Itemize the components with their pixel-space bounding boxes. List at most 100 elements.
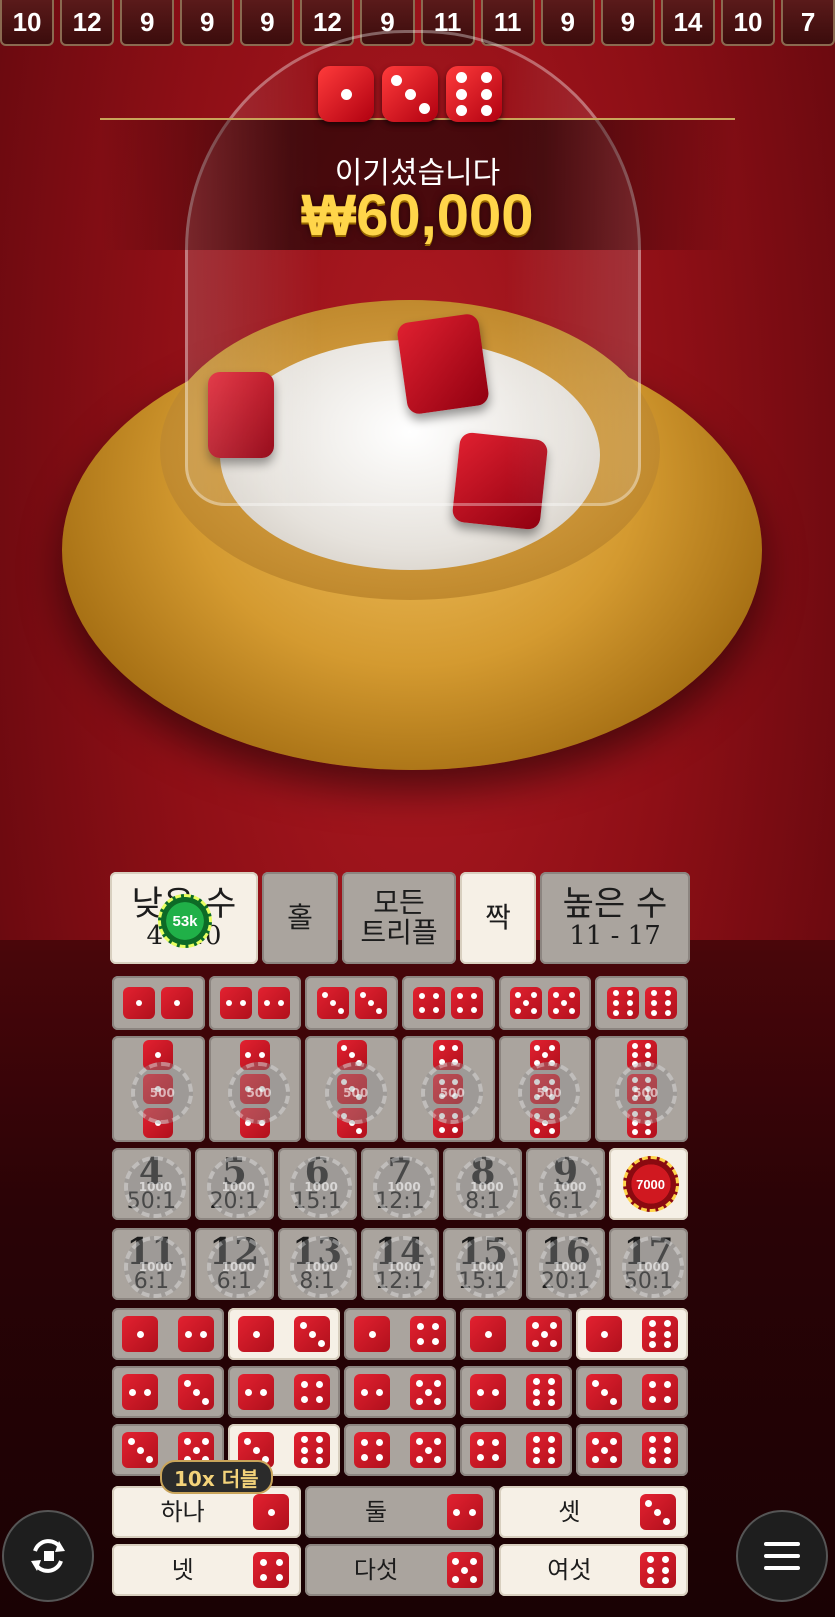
pip (532, 1457, 540, 1465)
bet-combo[interactable] (576, 1308, 688, 1360)
pip (548, 1446, 556, 1454)
bet-total[interactable]: 106:17000 (609, 1148, 688, 1220)
die-face-icon (470, 1316, 506, 1352)
bet-triple[interactable]: 500 (402, 1036, 495, 1142)
pip (390, 74, 402, 86)
placeholder-chip: 1000 (455, 1156, 518, 1218)
bet-total[interactable]: 8 8:1 1000 (443, 1148, 523, 1220)
bet-total[interactable]: 15 15:1 1000 (443, 1228, 523, 1300)
pip (522, 1000, 529, 1006)
bet-triple[interactable]: 500 (208, 1036, 302, 1142)
die-face-icon (642, 1316, 678, 1352)
single-label: 다섯 (353, 1556, 399, 1584)
pip (648, 1380, 656, 1388)
pip (415, 1397, 423, 1405)
pip (600, 1446, 608, 1454)
bet-total[interactable]: 12 6:1 1000 (194, 1228, 274, 1300)
bet-odd[interactable]: 홀 (262, 872, 338, 964)
bet-combo[interactable] (460, 1308, 572, 1360)
pip (471, 1007, 478, 1014)
bet-total[interactable]: 16 20:1 1000 (526, 1228, 606, 1300)
bet-total[interactable]: 13 8:1 1000 (277, 1228, 357, 1300)
bet-single[interactable]: 여섯 (498, 1544, 688, 1596)
pip (541, 1052, 548, 1058)
menu-button[interactable] (736, 1510, 828, 1602)
repeat-bet-button[interactable] (2, 1510, 94, 1602)
bet-combo[interactable] (344, 1366, 456, 1418)
bet-triple[interactable]: 500 (595, 1036, 688, 1142)
bet-double[interactable] (305, 976, 398, 1030)
bet-single[interactable]: 다섯 (305, 1544, 495, 1596)
pip (648, 1396, 656, 1404)
pip (560, 1000, 567, 1006)
die-face-icon (122, 1316, 158, 1352)
bet-triple[interactable]: 500 (498, 1036, 592, 1142)
die-face-icon (410, 1316, 446, 1352)
bet-combo[interactable] (460, 1424, 572, 1476)
placeholder-chip: 1000 (124, 1236, 187, 1298)
die-face-icon (642, 1374, 678, 1410)
bet-triple[interactable]: 500 (305, 1036, 398, 1142)
pip (416, 1338, 424, 1346)
pip (548, 1435, 556, 1443)
bet-combo[interactable] (344, 1308, 456, 1360)
pip (300, 1435, 308, 1443)
bet-low[interactable]: 낮은 수 4 - 10 53k (110, 872, 258, 964)
bet-chip[interactable]: 53k (158, 894, 212, 948)
placeholder-chip: 1000 (621, 1236, 684, 1298)
bet-total[interactable]: 7 12:1 1000 (360, 1148, 440, 1220)
bet-total[interactable]: 14 12:1 1000 (360, 1228, 440, 1300)
bet-double[interactable] (208, 976, 302, 1030)
single-label: 하나 (160, 1498, 205, 1526)
pip (568, 1008, 575, 1014)
die-face-icon (470, 1374, 506, 1410)
bet-combo[interactable] (344, 1424, 456, 1476)
bet-combo[interactable] (112, 1308, 224, 1360)
bet-combo[interactable] (112, 1366, 224, 1418)
pip (461, 1566, 469, 1574)
bet-combo[interactable] (228, 1366, 340, 1418)
pip (376, 1388, 384, 1396)
bet-any-triple[interactable]: 모든 트리플 (342, 872, 456, 964)
pip (645, 1052, 652, 1058)
bet-double[interactable] (595, 976, 688, 1030)
bet-single[interactable]: 둘 (305, 1486, 495, 1538)
die-face-icon (178, 1374, 214, 1410)
bet-total[interactable]: 17 50:1 1000 (609, 1228, 688, 1300)
bet-total[interactable]: 5 20:1 1000 (194, 1148, 274, 1220)
bet-total[interactable]: 11 6:1 1000 (112, 1228, 191, 1300)
bet-single[interactable]: 넷 (112, 1544, 302, 1596)
pip (549, 1127, 556, 1134)
die-face-icon (253, 1494, 290, 1530)
bet-double[interactable] (498, 976, 592, 1030)
bet-high-range: 11 - 17 (569, 921, 661, 951)
pip (664, 1457, 672, 1465)
pip (259, 1558, 267, 1566)
bet-combo[interactable] (228, 1308, 340, 1360)
bet-high[interactable]: 높은 수 11 - 17 (540, 872, 690, 964)
die-face-icon (354, 987, 387, 1019)
bet-double[interactable] (112, 976, 205, 1030)
pip (476, 1438, 484, 1446)
pip (415, 1437, 423, 1445)
bet-total[interactable]: 6 15:1 1000 (277, 1148, 357, 1220)
bet-single[interactable]: 셋 (498, 1486, 688, 1538)
pip (144, 1388, 152, 1396)
win-amount: ₩60,000 (301, 183, 534, 248)
bet-total[interactable]: 9 6:1 1000 (526, 1148, 606, 1220)
bet-combo[interactable] (576, 1366, 688, 1418)
die-face-icon (122, 1432, 158, 1468)
bet-chip[interactable]: 7000 (622, 1156, 679, 1212)
bet-triple[interactable]: 500 (112, 1036, 205, 1142)
bet-combo[interactable] (460, 1366, 572, 1418)
bet-even[interactable]: 짝 (460, 872, 536, 964)
bet-double[interactable] (402, 976, 495, 1030)
die-face-icon (526, 1316, 562, 1352)
pip (532, 1446, 540, 1454)
bet-total[interactable]: 4 50:1 1000 (112, 1148, 191, 1220)
pip (480, 88, 492, 100)
bet-combo[interactable] (576, 1424, 688, 1476)
pip (480, 105, 492, 117)
pip (632, 1052, 639, 1058)
history-item: 10 (720, 0, 776, 46)
